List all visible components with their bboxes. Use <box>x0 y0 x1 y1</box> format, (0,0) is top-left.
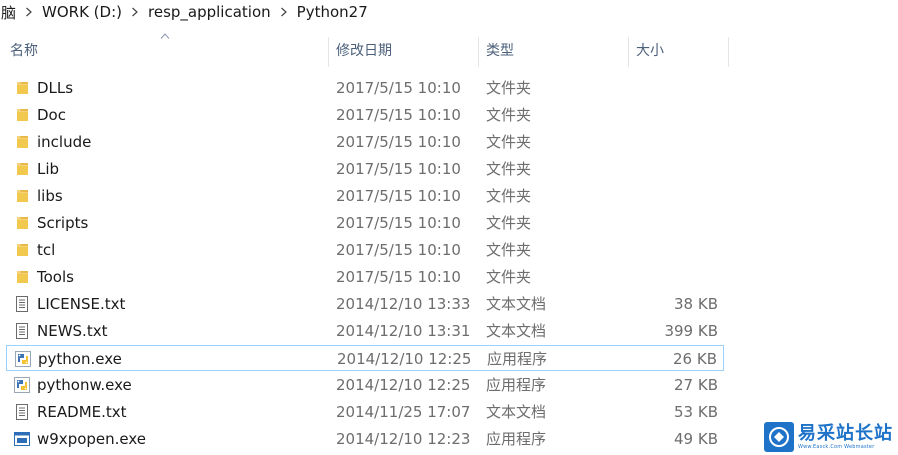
file-row[interactable]: libs 2017/5/15 10:10 文件夹 <box>6 183 724 209</box>
file-name: LICENSE.txt <box>37 295 126 313</box>
file-name: tcl <box>37 241 56 259</box>
file-size: 38 KB <box>674 295 718 313</box>
file-type: 文件夹 <box>486 241 532 259</box>
file-row[interactable]: Tools 2017/5/15 10:10 文件夹 <box>6 264 724 290</box>
file-name: include <box>37 133 92 151</box>
column-header: 名称 修改日期 类型 大小 <box>0 37 898 67</box>
file-date: 2017/5/15 10:10 <box>336 214 461 232</box>
file-size: 49 KB <box>674 430 718 448</box>
column-header-date[interactable]: 修改日期 <box>336 37 478 67</box>
breadcrumb-item-folder[interactable]: resp_application <box>146 3 273 21</box>
text-file-icon <box>14 296 30 312</box>
watermark-logo <box>764 422 794 452</box>
file-date: 2014/12/10 13:31 <box>336 322 471 340</box>
file-row[interactable]: tcl 2017/5/15 10:10 文件夹 <box>6 237 724 263</box>
file-row[interactable]: NEWS.txt 2014/12/10 13:31 文本文档 399 KB <box>6 318 724 344</box>
file-name: pythonw.exe <box>37 376 132 394</box>
file-name: Tools <box>37 268 74 286</box>
file-type: 文本文档 <box>486 403 547 421</box>
file-type: 文本文档 <box>486 322 547 340</box>
watermark-subtitle: Www.Easck.Com Webmaster <box>798 443 875 450</box>
file-row[interactable]: include 2017/5/15 10:10 文件夹 <box>6 129 724 155</box>
file-type: 文件夹 <box>486 106 532 124</box>
file-row[interactable]: python.exe 2014/12/10 12:25 应用程序 26 KB <box>6 345 724 371</box>
file-row[interactable]: LICENSE.txt 2014/12/10 13:33 文本文档 38 KB <box>6 291 724 317</box>
watermark: 易采站长站 Www.Easck.Com Webmaster <box>762 419 898 455</box>
file-row[interactable]: Lib 2017/5/15 10:10 文件夹 <box>6 156 724 182</box>
file-row[interactable]: DLLs 2017/5/15 10:10 文件夹 <box>6 75 724 101</box>
file-type: 文件夹 <box>486 160 532 178</box>
file-name: Lib <box>37 160 60 178</box>
file-name: DLLs <box>37 79 74 97</box>
column-header-size[interactable]: 大小 <box>636 37 728 67</box>
file-name: Scripts <box>37 214 89 232</box>
file-size: 399 KB <box>664 322 718 340</box>
folder-icon <box>14 80 30 96</box>
python-icon <box>15 351 31 367</box>
python-icon <box>14 377 30 393</box>
file-size: 53 KB <box>674 403 718 421</box>
column-header-name[interactable]: 名称 <box>10 37 328 67</box>
file-name: Doc <box>37 106 66 124</box>
file-date: 2014/12/10 13:33 <box>336 295 471 313</box>
exe-icon <box>14 431 30 447</box>
text-file-icon <box>14 404 30 420</box>
file-name: python.exe <box>38 350 122 368</box>
text-file-icon <box>14 323 30 339</box>
breadcrumb: 脑 WORK (D:) resp_application Python27 <box>0 0 898 24</box>
file-name: NEWS.txt <box>37 322 108 340</box>
file-name: README.txt <box>37 403 127 421</box>
file-row[interactable]: w9xpopen.exe 2014/12/10 12:23 应用程序 49 KB <box>6 426 724 452</box>
folder-icon <box>14 134 30 150</box>
file-row[interactable]: README.txt 2014/11/25 17:07 文本文档 53 KB <box>6 399 724 425</box>
file-date: 2014/11/25 17:07 <box>336 403 471 421</box>
folder-icon <box>14 161 30 177</box>
chevron-right-icon[interactable] <box>18 7 40 17</box>
folder-icon <box>14 188 30 204</box>
file-date: 2017/5/15 10:10 <box>336 133 461 151</box>
column-header-type[interactable]: 类型 <box>486 37 628 67</box>
folder-icon <box>14 107 30 123</box>
file-row[interactable]: Doc 2017/5/15 10:10 文件夹 <box>6 102 724 128</box>
file-date: 2014/12/10 12:25 <box>337 350 472 368</box>
column-divider[interactable] <box>328 37 329 67</box>
file-date: 2014/12/10 12:25 <box>336 376 471 394</box>
file-type: 文件夹 <box>486 79 532 97</box>
file-row[interactable]: pythonw.exe 2014/12/10 12:25 应用程序 27 KB <box>6 372 724 398</box>
folder-icon <box>14 269 30 285</box>
file-name: w9xpopen.exe <box>37 430 147 448</box>
file-date: 2017/5/15 10:10 <box>336 106 461 124</box>
file-date: 2017/5/15 10:10 <box>336 268 461 286</box>
file-type: 应用程序 <box>486 376 547 394</box>
breadcrumb-item-computer[interactable]: 脑 <box>0 2 18 23</box>
folder-icon <box>14 215 30 231</box>
file-date: 2014/12/10 12:23 <box>336 430 471 448</box>
column-divider[interactable] <box>478 37 479 67</box>
file-date: 2017/5/15 10:10 <box>336 187 461 205</box>
chevron-right-icon[interactable] <box>273 7 295 17</box>
column-divider[interactable] <box>728 37 729 67</box>
column-divider[interactable] <box>628 37 629 67</box>
file-type: 文件夹 <box>486 187 532 205</box>
file-type: 文件夹 <box>486 268 532 286</box>
file-date: 2017/5/15 10:10 <box>336 160 461 178</box>
folder-icon <box>14 242 30 258</box>
watermark-title: 易采站长站 <box>798 422 893 444</box>
file-row[interactable]: Scripts 2017/5/15 10:10 文件夹 <box>6 210 724 236</box>
file-date: 2017/5/15 10:10 <box>336 79 461 97</box>
file-type: 文本文档 <box>486 295 547 313</box>
breadcrumb-item-current[interactable]: Python27 <box>295 3 370 21</box>
chevron-right-icon[interactable] <box>124 7 146 17</box>
file-type: 文件夹 <box>486 214 532 232</box>
file-date: 2017/5/15 10:10 <box>336 241 461 259</box>
file-type: 应用程序 <box>486 430 547 448</box>
file-type: 文件夹 <box>486 133 532 151</box>
file-size: 26 KB <box>673 350 717 368</box>
breadcrumb-item-drive[interactable]: WORK (D:) <box>40 3 124 21</box>
file-name: libs <box>37 187 63 205</box>
file-type: 应用程序 <box>487 350 548 368</box>
file-size: 27 KB <box>674 376 718 394</box>
